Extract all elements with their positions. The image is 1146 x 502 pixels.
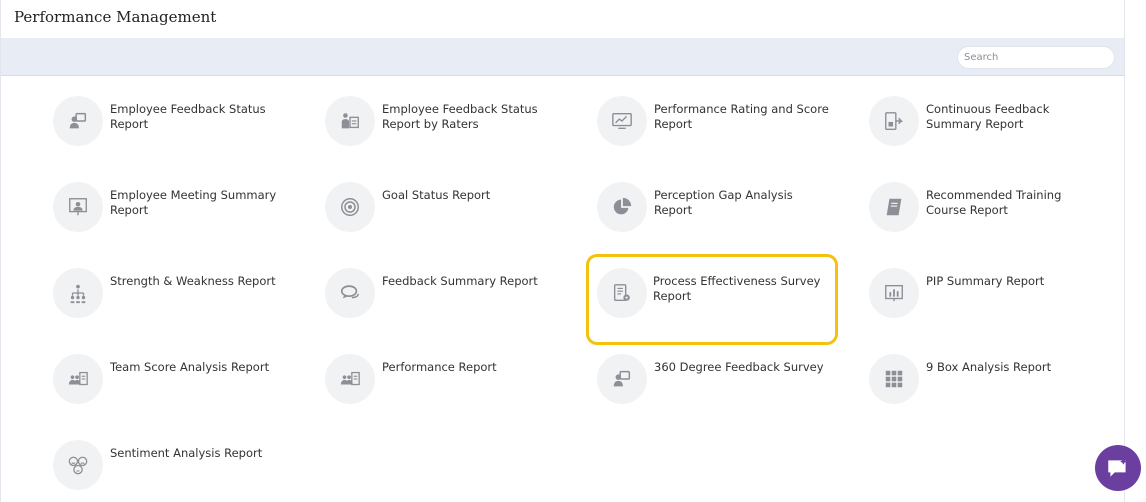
report-label: Sentiment Analysis Report [110,446,263,460]
report-label: 360 Degree Feedback Survey [654,360,824,374]
report-card[interactable]: 9 Box Analysis Report [869,344,1109,404]
report-label: Process Effectiveness Survey Report [653,274,821,303]
report-card[interactable]: Goal Status Report [325,172,565,232]
report-card[interactable]: 360 Degree Feedback Survey [597,344,837,404]
nine-box-icon [869,354,919,404]
page-title: Performance Management [14,8,217,26]
report-label: Perception Gap Analysis Report [654,188,793,217]
report-label: Recommended Training Course Report [926,188,1062,217]
chat-support-icon [1108,458,1127,477]
report-label: PIP Summary Report [926,274,1045,288]
employee-feedback-icon [53,96,103,146]
report-card-highlighted[interactable]: Process Effectiveness Survey Report [586,254,838,345]
pie-chart-icon [597,182,647,232]
presentation-chart-icon [869,268,919,318]
report-card[interactable]: Employee Feedback Status Report [53,86,293,146]
chat-support-button[interactable] [1095,445,1141,491]
continuous-feedback-icon [869,96,919,146]
report-label: Employee Feedback Status Report [110,102,266,131]
target-icon [325,182,375,232]
survey-person-icon [597,354,647,404]
report-card[interactable]: Strength & Weakness Report [53,258,293,318]
report-label: Employee Meeting Summary Report [110,188,277,217]
faces-icon [53,440,103,490]
report-card[interactable]: Continuous Feedback Summary Report [869,86,1109,146]
team-performance-icon [325,354,375,404]
scrollbar-track[interactable] [1125,0,1146,502]
report-card[interactable]: Feedback Summary Report [325,258,565,318]
report-label: Continuous Feedback Summary Report [926,102,1050,131]
book-icon [869,182,919,232]
report-card[interactable]: Sentiment Analysis Report [53,430,293,490]
search-input[interactable] [957,46,1115,69]
toolbar [1,38,1124,76]
report-card[interactable]: Perception Gap Analysis Report [597,172,837,232]
monitor-chart-icon [597,96,647,146]
team-report-icon [53,354,103,404]
report-card[interactable]: Performance Rating and Score Report [597,86,837,146]
report-label: Employee Feedback Status Report by Rater… [382,102,538,131]
report-label: Performance Report [382,360,497,374]
report-card[interactable]: PIP Summary Report [869,258,1109,318]
report-label: Team Score Analysis Report [110,360,270,374]
meeting-board-icon [53,182,103,232]
hierarchy-icon [53,268,103,318]
report-label: Goal Status Report [382,188,491,202]
report-card[interactable]: Recommended Training Course Report [869,172,1109,232]
report-card[interactable]: Performance Report [325,344,565,404]
report-label: Feedback Summary Report [382,274,538,288]
document-gear-icon [597,268,647,318]
report-card[interactable]: Employee Feedback Status Report by Rater… [325,86,565,146]
report-label: 9 Box Analysis Report [926,360,1052,374]
report-card[interactable]: Employee Meeting Summary Report [53,172,293,232]
report-label: Performance Rating and Score Report [654,102,829,131]
report-card[interactable]: Team Score Analysis Report [53,344,293,404]
raters-icon [325,96,375,146]
chat-bubbles-icon [325,268,375,318]
report-label: Strength & Weakness Report [110,274,276,288]
